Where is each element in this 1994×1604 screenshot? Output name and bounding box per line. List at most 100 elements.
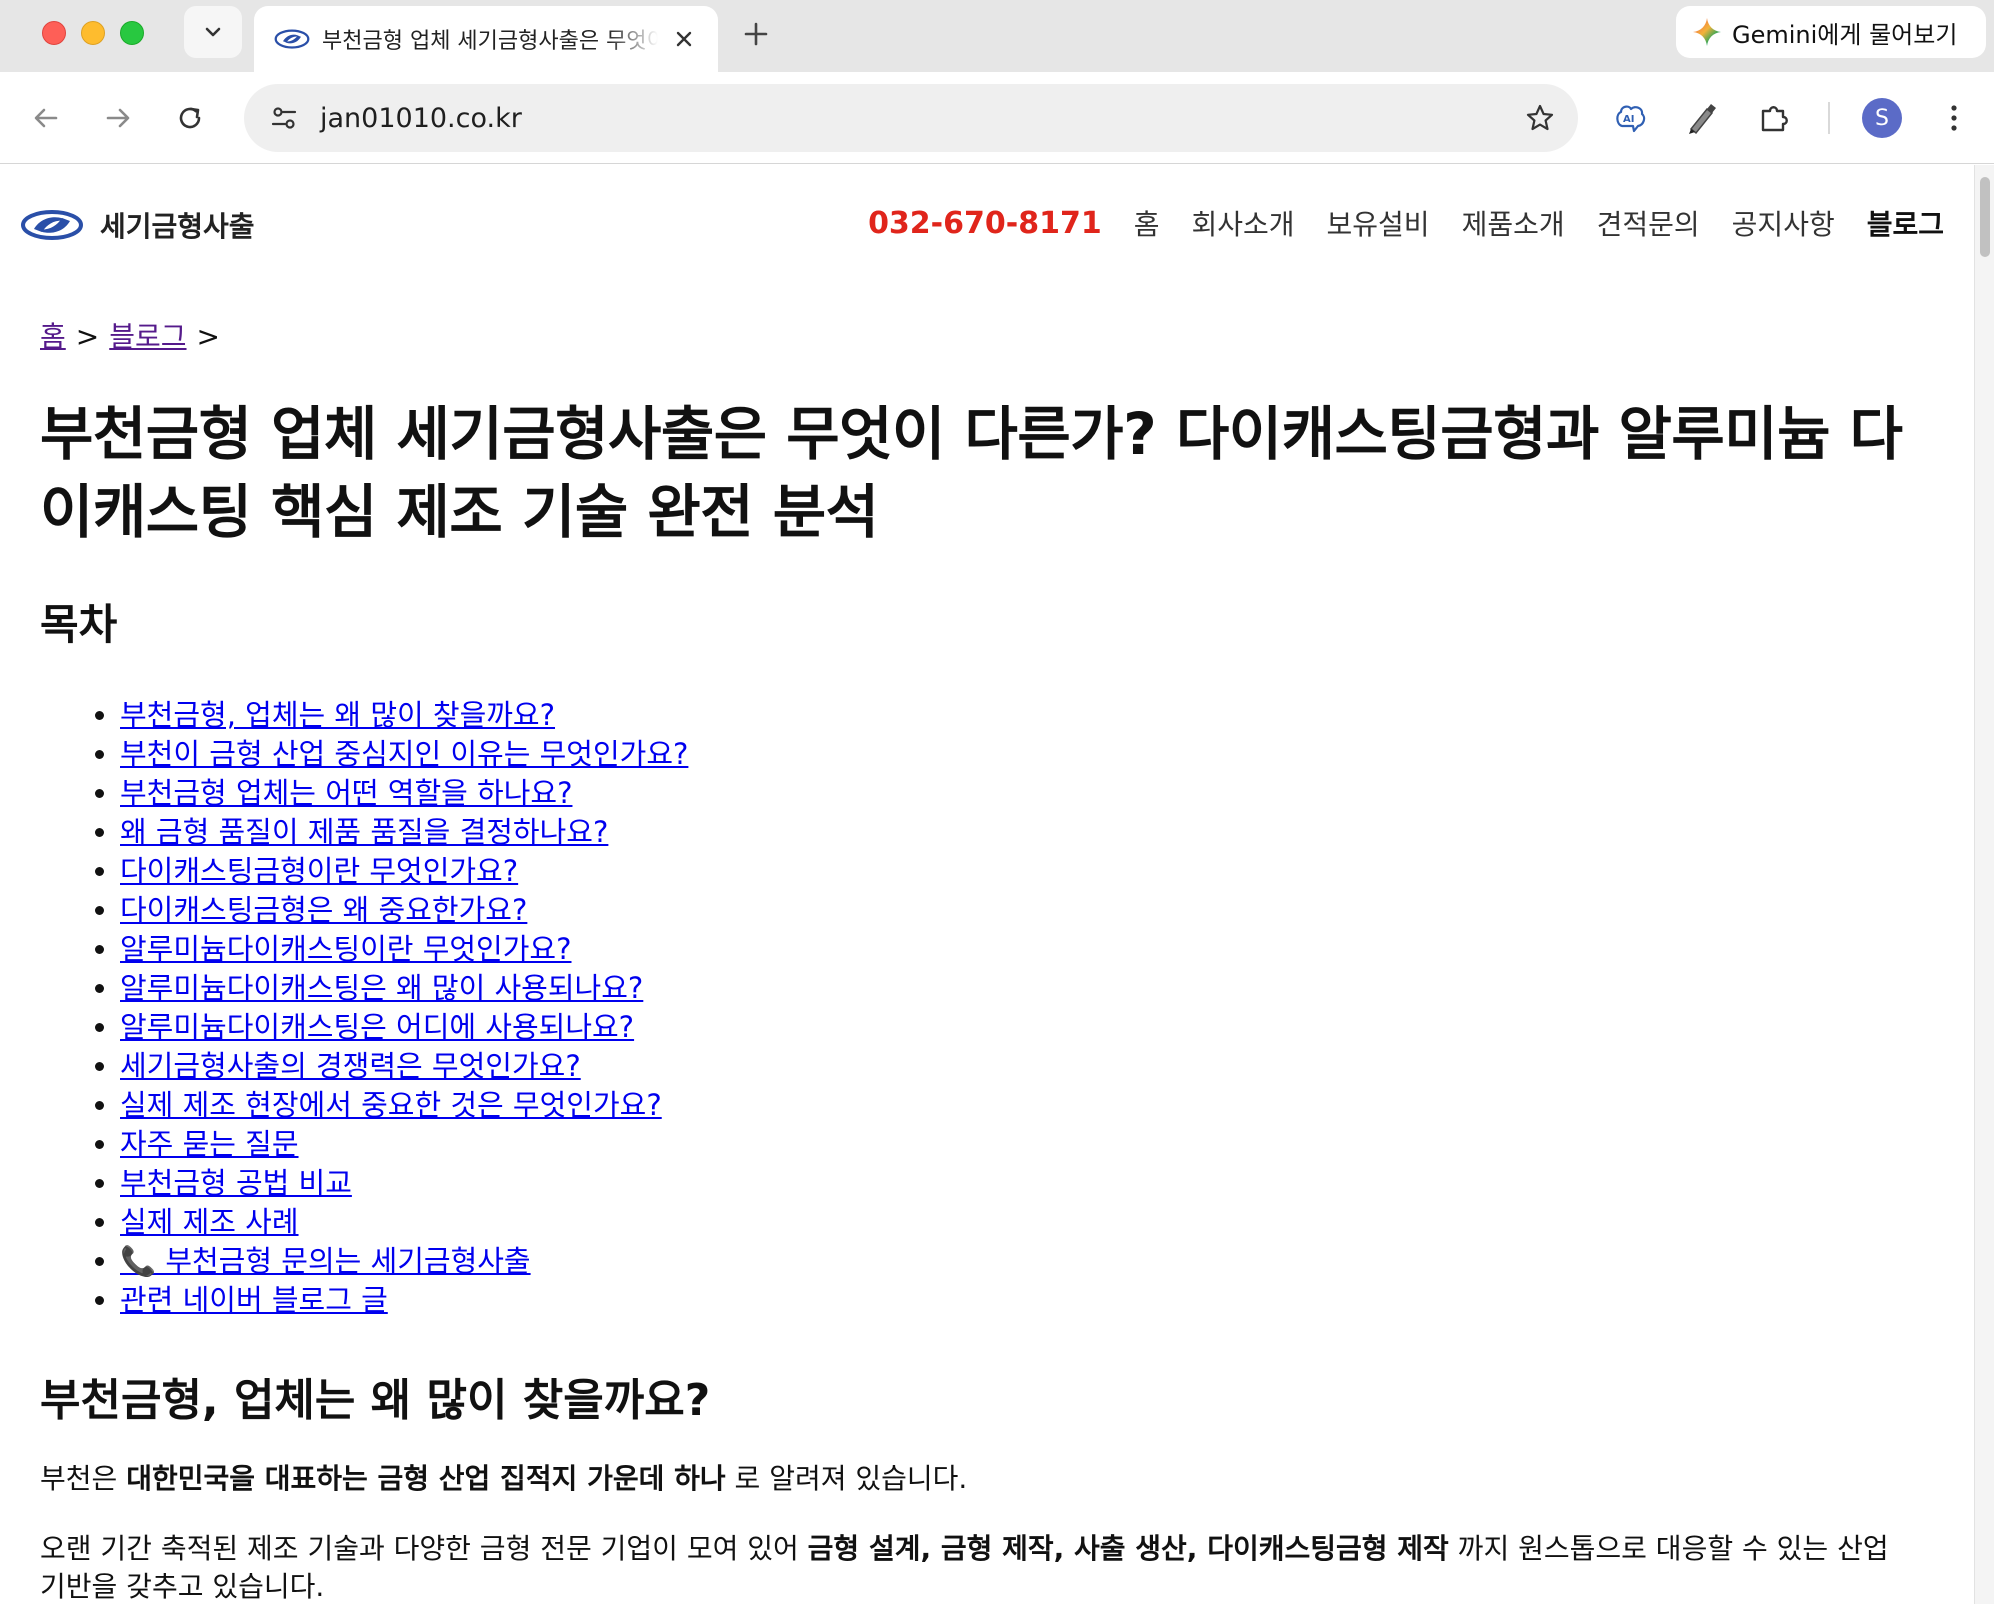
paragraph-text: 부천은: [40, 1462, 127, 1495]
browser-tab-strip: 부천금형 업체 세기금형사출은 무엇이 다른가? 다이캐스팅금형과 알루미늄 G…: [0, 0, 1994, 72]
back-button[interactable]: [24, 96, 68, 140]
toc-link[interactable]: 알루미늄다이캐스팅은 어디에 사용되나요?: [120, 1010, 634, 1044]
more-vertical-icon: [1951, 105, 1957, 131]
chevron-down-icon: [205, 27, 221, 37]
nav-item-equipment[interactable]: 보유설비: [1327, 203, 1430, 243]
paragraph: 부천은 대한민국을 대표하는 금형 산업 집적지 가운데 하나 로 알려져 있습…: [40, 1460, 1920, 1498]
arrow-right-icon: [106, 108, 130, 128]
toc-link[interactable]: 자주 묻는 질문: [120, 1127, 299, 1161]
bookmark-button[interactable]: [1518, 96, 1562, 140]
scrollbar-thumb[interactable]: [1980, 177, 1990, 257]
browser-toolbar: jan01010.co.kr AI S: [0, 72, 1994, 164]
toc-link[interactable]: 알루미늄다이캐스팅은 왜 많이 사용되나요?: [120, 971, 643, 1005]
browser-menu-button[interactable]: [1932, 96, 1976, 140]
gemini-button-label: Gemini에게 물어보기: [1732, 20, 1958, 49]
toc-item: 관련 네이버 블로그 글: [120, 1281, 1920, 1320]
toc-item: 세기금형사출의 경쟁력은 무엇인가요?: [120, 1047, 1920, 1086]
breadcrumb-separator: >: [75, 320, 100, 353]
main-nav: 032-670-8171 홈 회사소개 보유설비 제품소개 견적문의 공지사항 …: [868, 203, 1944, 243]
close-icon: [676, 31, 692, 47]
forward-button[interactable]: [96, 96, 140, 140]
toc-link[interactable]: 실제 제조 사례: [120, 1205, 299, 1239]
paragraph-bold-text: 대한민국을 대표하는 금형 산업 집적지 가운데 하나: [126, 1462, 726, 1495]
toc-item: 부천이 금형 산업 중심지인 이유는 무엇인가요?: [120, 735, 1920, 774]
wrench-pencil-icon: [1689, 104, 1716, 135]
site-info-button[interactable]: [262, 96, 306, 140]
svg-text:AI: AI: [1623, 114, 1634, 125]
gemini-sparkle-icon: [1693, 18, 1721, 46]
extensions-button[interactable]: [1752, 96, 1796, 140]
breadcrumb-separator: >: [196, 320, 220, 353]
toc-item: 📞 부천금형 문의는 세기금형사출: [120, 1242, 1920, 1281]
new-tab-button[interactable]: [736, 14, 776, 54]
toc-link[interactable]: 부천금형 업체는 어떤 역할을 하나요?: [120, 776, 572, 810]
nav-item-quote[interactable]: 견적문의: [1597, 203, 1700, 243]
toc-heading: 목차: [40, 600, 118, 649]
star-icon: [1526, 104, 1554, 131]
toc-item: 실제 제조 사례: [120, 1203, 1920, 1242]
toolbar-divider: [1828, 102, 1830, 134]
tab-close-button[interactable]: [668, 23, 700, 55]
toc-item: 자주 묻는 질문: [120, 1125, 1920, 1164]
ai-brain-icon: AI: [1616, 105, 1646, 133]
post-content: 홈 > 블로그 > 부천금형 업체 세기금형사출은 무엇이 다른가? 다이캐스팅…: [40, 315, 1920, 1604]
ai-extension-button[interactable]: AI: [1608, 96, 1652, 140]
toc-item: 알루미늄다이캐스팅은 왜 많이 사용되나요?: [120, 969, 1920, 1008]
nav-item-home[interactable]: 홈: [1134, 203, 1160, 243]
breadcrumb-blog-link[interactable]: 블로그: [109, 315, 186, 355]
toc-link[interactable]: 부천이 금형 산업 중심지인 이유는 무엇인가요?: [120, 737, 688, 771]
phone-number-link[interactable]: 032-670-8171: [868, 206, 1102, 241]
tab-title: 부천금형 업체 세기금형사출은 무엇이 다른가? 다이캐스팅금형과 알루미늄: [322, 29, 658, 54]
profile-avatar-button[interactable]: S: [1862, 98, 1902, 138]
gemini-button[interactable]: Gemini에게 물어보기: [1676, 6, 1986, 58]
toc-item: 실제 제조 현장에서 중요한 것은 무엇인가요?: [120, 1086, 1920, 1125]
page-viewport: 세기금형사출 032-670-8171 홈 회사소개 보유설비 제품소개 견적문…: [0, 165, 1974, 1604]
toc-link[interactable]: 부천금형, 업체는 왜 많이 찾을까요?: [120, 698, 555, 732]
toc-item: 부천금형 공법 비교: [120, 1164, 1920, 1203]
nav-item-blog[interactable]: 블로그: [1867, 203, 1944, 243]
toc-link[interactable]: 알루미늄다이캐스팅이란 무엇인가요?: [120, 932, 572, 966]
toc-link[interactable]: 다이캐스팅금형이란 무엇인가요?: [120, 854, 518, 888]
toc-link[interactable]: 부천금형 공법 비교: [120, 1166, 352, 1200]
section-heading: 부천금형, 업체는 왜 많이 찾을까요?: [40, 1375, 711, 1426]
toc-link[interactable]: 관련 네이버 블로그 글: [120, 1283, 388, 1317]
url-text[interactable]: jan01010.co.kr: [320, 103, 1518, 134]
paragraph-bold-text: 금형 설계, 금형 제작, 사출 생산, 다이캐스팅금형 제작: [807, 1532, 1449, 1565]
toc-item: 왜 금형 품질이 제품 품질을 결정하나요?: [120, 813, 1920, 852]
site-name: 세기금형사출: [100, 210, 255, 243]
nav-item-about[interactable]: 회사소개: [1191, 203, 1294, 243]
post-title: 부천금형 업체 세기금형사출은 무엇이 다른가? 다이캐스팅금형과 알루미늄 다…: [40, 400, 1903, 546]
toc-item: 부천금형 업체는 어떤 역할을 하나요?: [120, 774, 1920, 813]
toc-link[interactable]: 다이캐스팅금형은 왜 중요한가요?: [120, 893, 527, 927]
reload-icon: [179, 107, 201, 129]
site-logo-icon: [21, 210, 83, 240]
toc-list: 부천금형, 업체는 왜 많이 찾을까요? 부천이 금형 산업 중심지인 이유는 …: [40, 696, 1920, 1320]
toc-link[interactable]: 실제 제조 현장에서 중요한 것은 무엇인가요?: [120, 1088, 662, 1122]
toc-item: 부천금형, 업체는 왜 많이 찾을까요?: [120, 696, 1920, 735]
page-scrollbar[interactable]: [1974, 165, 1994, 1604]
reload-button[interactable]: [168, 96, 212, 140]
nav-item-products[interactable]: 제품소개: [1462, 203, 1565, 243]
plus-icon: [744, 22, 768, 46]
devtools-extension-button[interactable]: [1680, 96, 1724, 140]
toc-link[interactable]: 왜 금형 품질이 제품 품질을 결정하나요?: [120, 815, 608, 849]
breadcrumb: 홈 > 블로그 >: [40, 315, 1920, 355]
tab-search-button[interactable]: [184, 6, 242, 58]
site-logo-icon: [274, 29, 310, 49]
window-maximize-button[interactable]: [120, 21, 144, 45]
paragraph-text: 오랜 기간 축적된 제조 기술과 다양한 금형 전문 기업이 모여 있어: [40, 1532, 808, 1565]
toc-link[interactable]: 📞 부천금형 문의는 세기금형사출: [120, 1244, 531, 1278]
toc-link[interactable]: 세기금형사출의 경쟁력은 무엇인가요?: [120, 1049, 581, 1083]
site-logo-link[interactable]: 세기금형사출: [20, 205, 255, 245]
site-header: 세기금형사출 032-670-8171 홈 회사소개 보유설비 제품소개 견적문…: [0, 165, 1974, 285]
window-close-button[interactable]: [42, 21, 66, 45]
puzzle-icon: [1761, 106, 1788, 132]
address-bar[interactable]: jan01010.co.kr: [244, 84, 1578, 152]
paragraph-text: 로 알려져 있습니다.: [725, 1462, 968, 1495]
browser-tab-active[interactable]: 부천금형 업체 세기금형사출은 무엇이 다른가? 다이캐스팅금형과 알루미늄: [254, 6, 718, 72]
breadcrumb-home-link[interactable]: 홈: [40, 315, 66, 355]
toc-item: 다이캐스팅금형이란 무엇인가요?: [120, 852, 1920, 891]
arrow-left-icon: [34, 108, 58, 128]
nav-item-notice[interactable]: 공지사항: [1732, 203, 1835, 243]
window-minimize-button[interactable]: [81, 21, 105, 45]
